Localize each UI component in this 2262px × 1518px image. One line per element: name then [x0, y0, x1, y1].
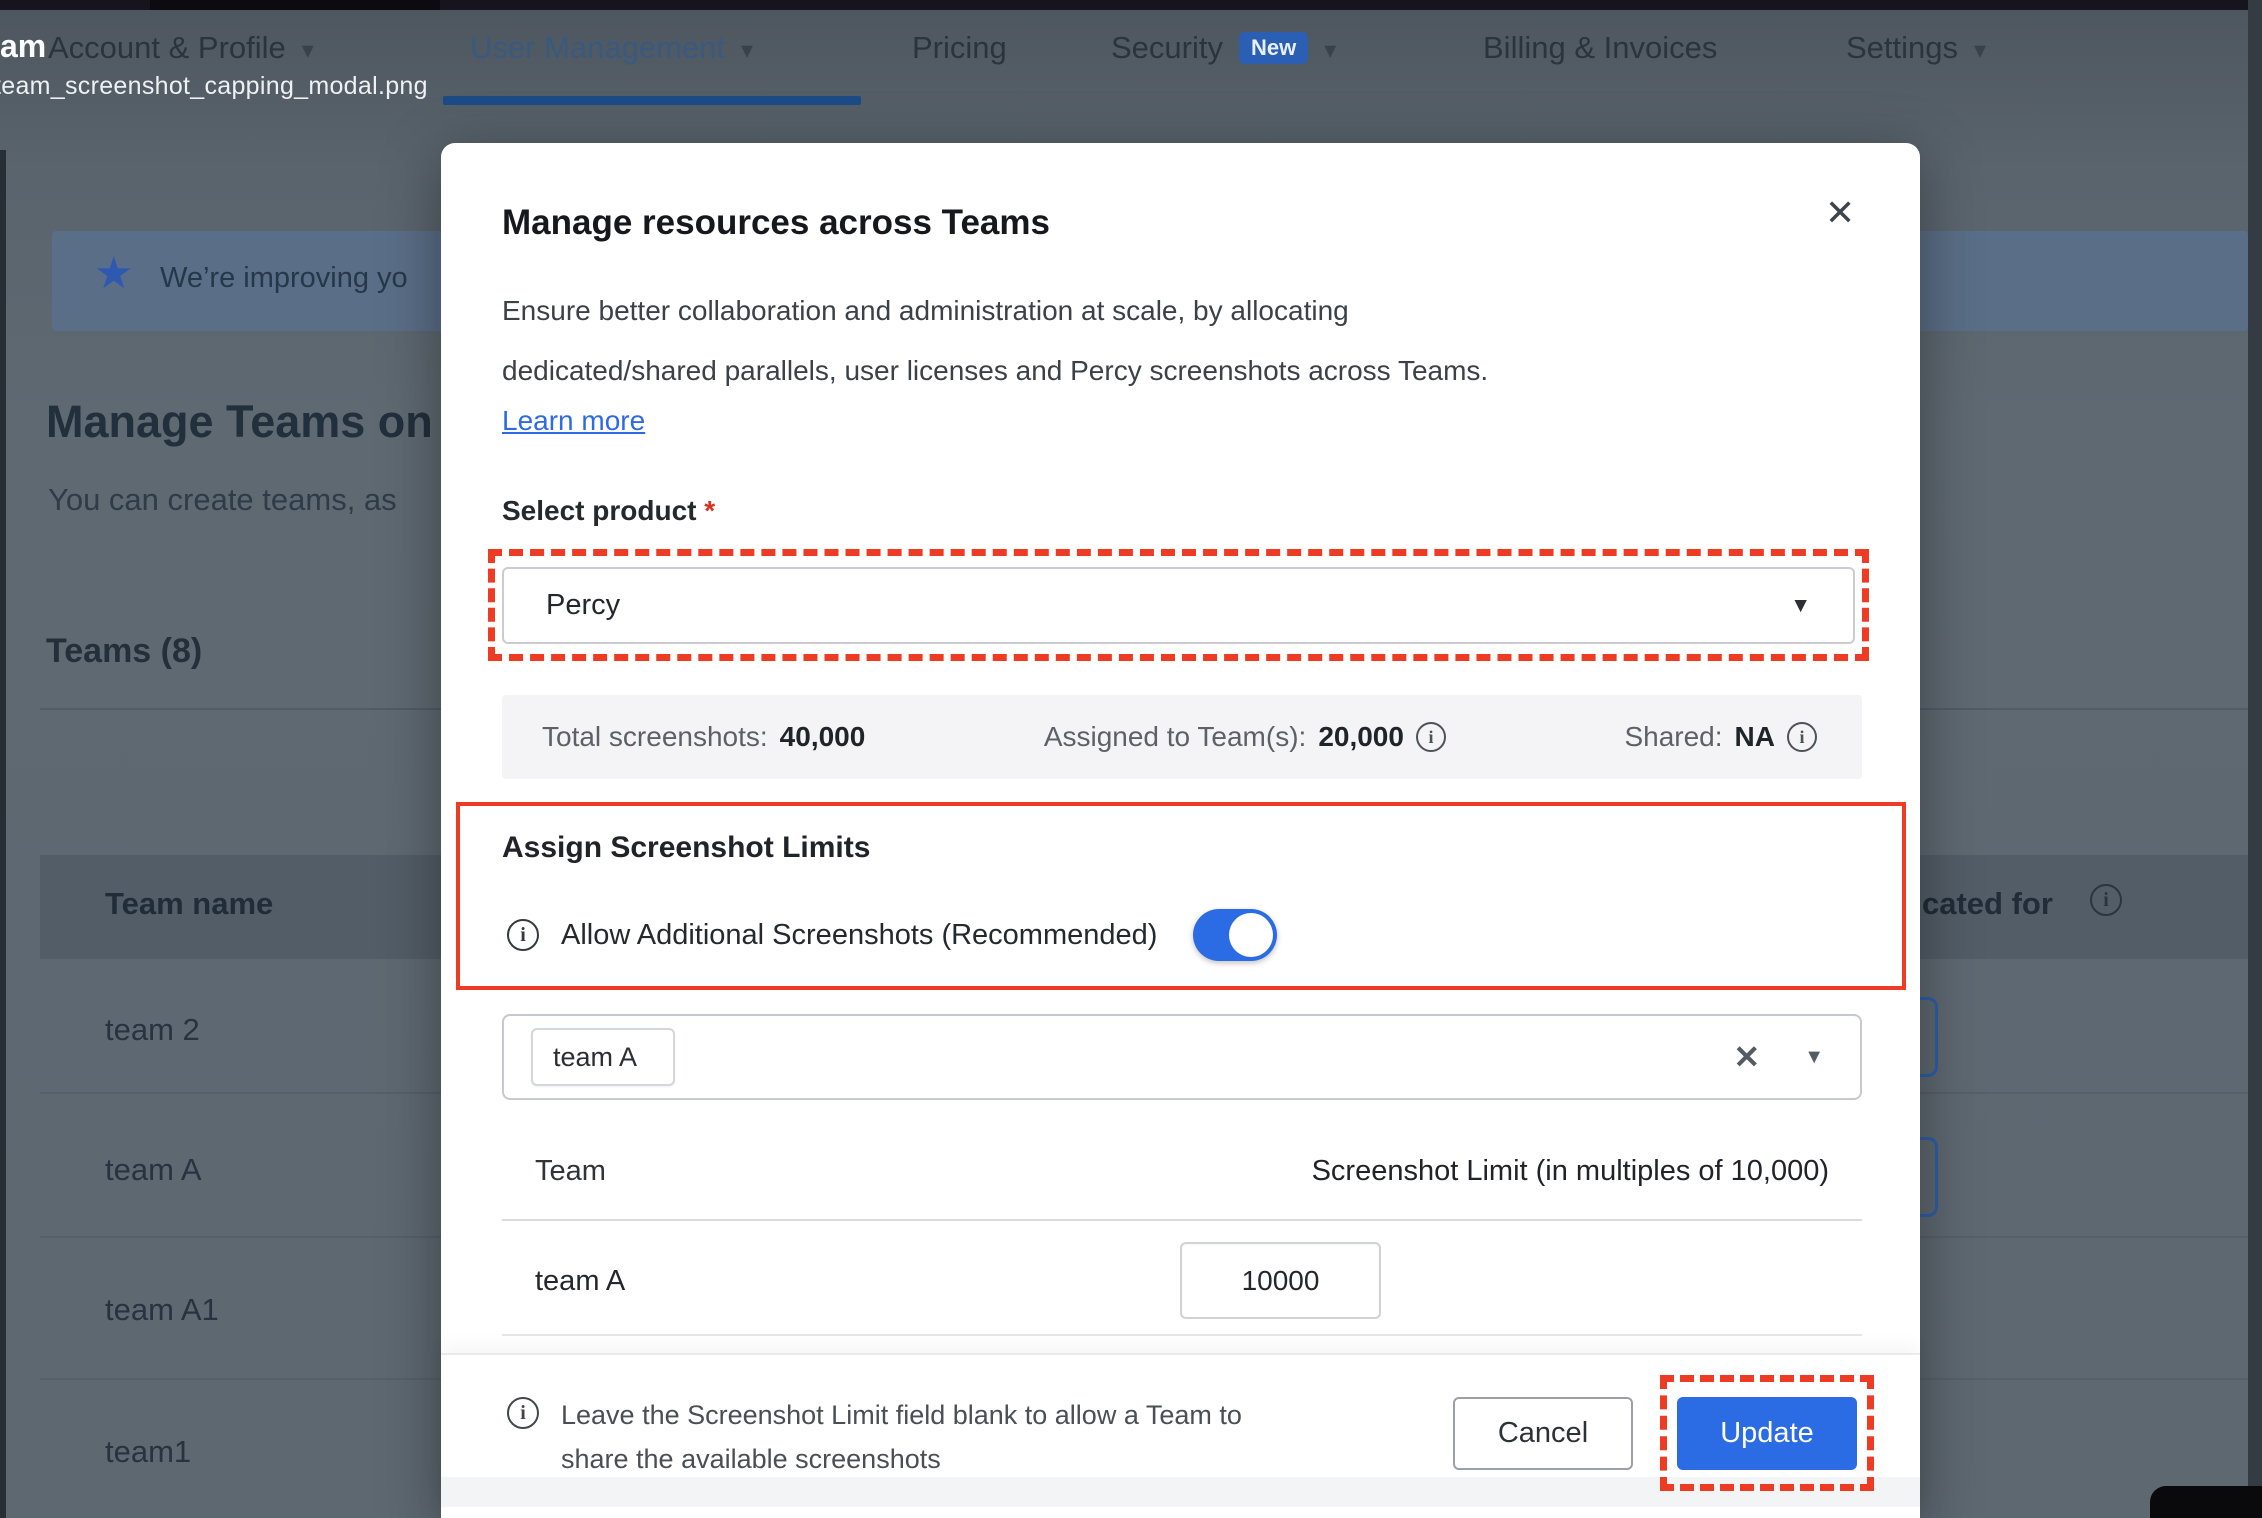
overlay-word: am [0, 28, 46, 65]
caret-down-icon: ▼ [1790, 594, 1811, 618]
info-icon: i [507, 1397, 539, 1429]
close-icon[interactable]: ✕ [1825, 195, 1855, 231]
table-row-team: team 2 [105, 1012, 200, 1048]
app-window: Account & Profile ▾ User Management ▾ Pr… [0, 0, 2262, 1518]
tab-label: Pricing [912, 30, 1007, 66]
stat-total: Total screenshots: 40,000 [542, 721, 865, 753]
chevron-down-icon: ▾ [302, 36, 314, 65]
modal-description-line2: dedicated/shared parallels, user license… [502, 341, 1488, 401]
info-icon[interactable]: i [1416, 722, 1446, 752]
limit-row-team: team A [535, 1265, 625, 1298]
modal-footer: i Leave the Screenshot Limit field blank… [441, 1353, 1920, 1518]
caret-down-icon[interactable]: ▼ [1804, 1046, 1824, 1069]
tab-pricing[interactable]: Pricing [912, 30, 1007, 66]
tab-label: Billing & Invoices [1483, 30, 1717, 66]
column-screenshot-limit: Screenshot Limit (in multiples of 10,000… [441, 1155, 1829, 1188]
tab-label: User Management [470, 30, 725, 66]
table-divider [502, 1334, 1862, 1336]
manage-resources-modal: Manage resources across Teams ✕ Ensure b… [441, 143, 1920, 1518]
team-chip-label: team A [553, 1042, 637, 1073]
tab-account-profile[interactable]: Account & Profile ▾ [48, 30, 314, 66]
chevron-down-icon: ▾ [1974, 36, 1986, 65]
info-icon[interactable]: i [507, 919, 539, 951]
table-row-team: team A1 [105, 1292, 219, 1328]
banner-text: We’re improving yo [160, 262, 408, 295]
teams-count-heading: Teams (8) [46, 632, 202, 671]
footer-note-line1: Leave the Screenshot Limit field blank t… [561, 1393, 1242, 1437]
allow-additional-toggle[interactable] [1193, 909, 1277, 961]
screenshot-stats-bar: Total screenshots: 40,000 Assigned to Te… [502, 695, 1862, 779]
toggle-knob [1229, 913, 1273, 957]
chevron-down-icon: ▾ [1324, 36, 1336, 65]
modal-description-line1: Ensure better collaboration and administ… [502, 281, 1349, 341]
tab-user-management[interactable]: User Management ▾ [470, 30, 753, 66]
cancel-button[interactable]: Cancel [1453, 1397, 1633, 1470]
tab-label: Account & Profile [48, 30, 286, 66]
tab-billing-invoices[interactable]: Billing & Invoices [1483, 30, 1717, 66]
window-right-edge [2248, 0, 2262, 1518]
table-row-team: team1 [105, 1434, 191, 1470]
clear-selection-icon[interactable]: ✕ [1733, 1038, 1760, 1076]
column-team-name: Team name [105, 886, 273, 922]
screenshot-limit-input[interactable] [1180, 1242, 1381, 1319]
product-select-value: Percy [546, 589, 620, 622]
table-row-team: team A [105, 1152, 202, 1188]
active-tab-underline [443, 96, 861, 105]
team-chip: team A [531, 1028, 675, 1086]
select-product-label: Select product * [502, 495, 715, 527]
allow-additional-label: Allow Additional Screenshots (Recommende… [561, 919, 1157, 952]
tab-label: Settings [1846, 30, 1958, 66]
tab-security[interactable]: Security New ▾ [1111, 30, 1336, 66]
stat-assigned: Assigned to Team(s): 20,000 i [1044, 721, 1446, 753]
chevron-down-icon: ▾ [741, 36, 753, 65]
page-subtitle: You can create teams, as [48, 482, 397, 518]
product-select[interactable]: Percy ▼ [502, 567, 1855, 644]
info-icon: i [2090, 884, 2122, 916]
team-multiselect[interactable]: team A ✕ ▼ [502, 1014, 1862, 1100]
modal-title: Manage resources across Teams [502, 203, 1050, 243]
page-left-edge [0, 150, 6, 1518]
overlay-filename: team_screenshot_capping_modal.png [0, 72, 428, 101]
required-asterisk: * [704, 495, 715, 526]
tab-settings[interactable]: Settings ▾ [1846, 30, 1986, 66]
stat-shared: Shared: NA i [1624, 721, 1817, 753]
allow-additional-row: i Allow Additional Screenshots (Recommen… [507, 909, 1277, 961]
info-icon[interactable]: i [1787, 722, 1817, 752]
star-icon: ★ [94, 248, 133, 299]
browser-top-strip-notch [150, 0, 440, 10]
tab-label: Security [1111, 30, 1223, 66]
footer-note-line2: share the available screenshots [561, 1437, 1242, 1481]
new-badge: New [1239, 32, 1308, 64]
footer-note: i Leave the Screenshot Limit field blank… [507, 1393, 1242, 1481]
bottom-right-overlay [2150, 1486, 2262, 1518]
column-allocated-for: cated for [1922, 886, 2053, 922]
highlight-box-update [1660, 1375, 1874, 1491]
page-title: Manage Teams on B [46, 396, 478, 448]
learn-more-link[interactable]: Learn more [502, 405, 645, 437]
assign-limits-heading: Assign Screenshot Limits [502, 831, 870, 865]
table-divider [502, 1219, 1862, 1221]
